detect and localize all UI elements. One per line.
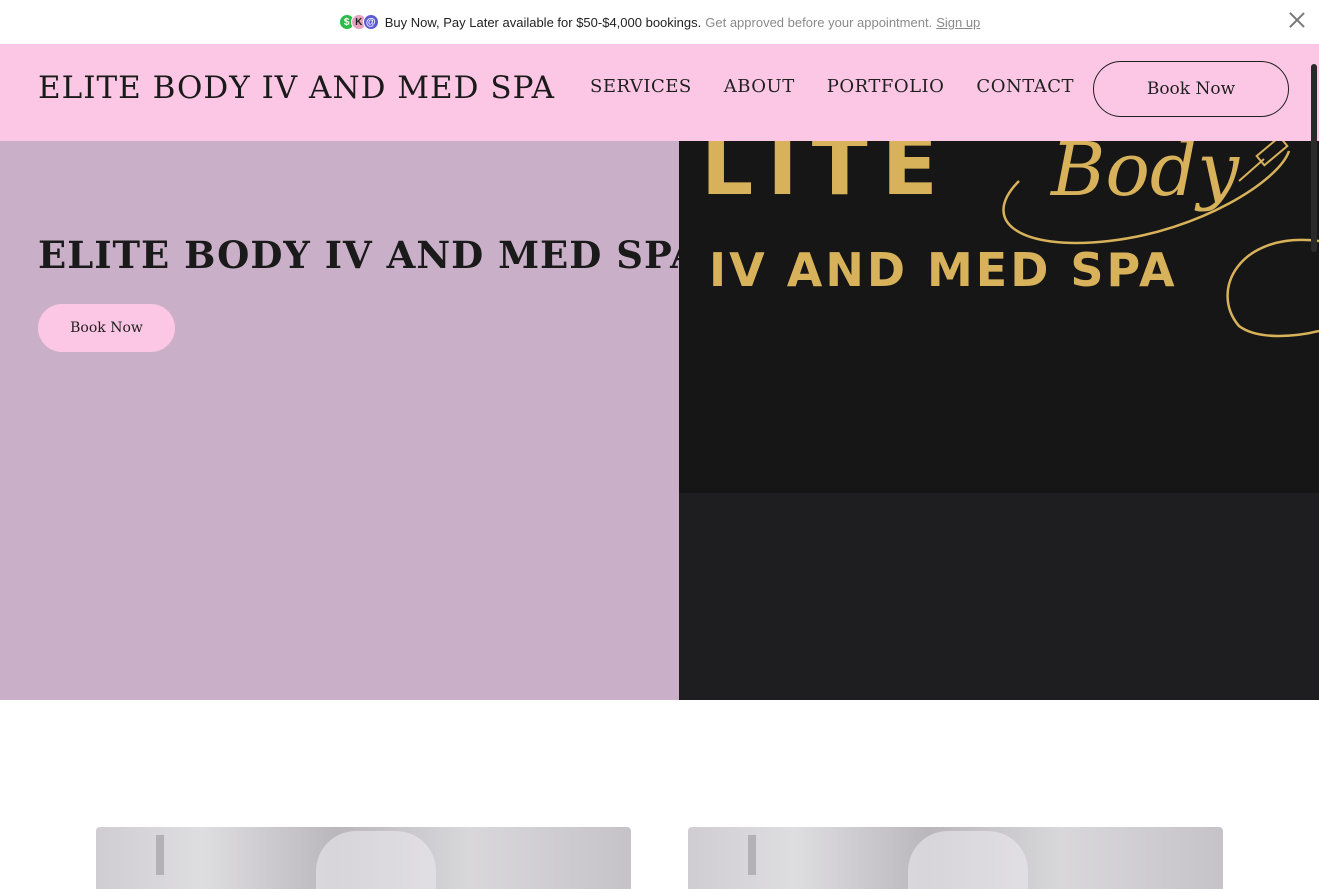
close-icon[interactable] — [1287, 10, 1307, 30]
logo-swirl-icon — [1002, 141, 1319, 338]
nav-services[interactable]: SERVICES — [590, 76, 692, 97]
hero-text-panel: ELITE BODY IV AND MED SPA Book Now — [0, 141, 699, 700]
page-scrollbar[interactable] — [1311, 64, 1317, 252]
promo-signup-link[interactable]: Sign up — [936, 15, 980, 30]
header-book-now-button[interactable]: Book Now — [1093, 61, 1289, 117]
promo-sub-text: Get approved before your appointment. — [705, 14, 933, 30]
promo-banner: $ K @ Buy Now, Pay Later available for $… — [0, 0, 1319, 44]
brand-logo[interactable]: ELITE BODY IV AND MED SPA — [38, 70, 555, 106]
site-header: ELITE BODY IV AND MED SPA SERVICES ABOUT… — [0, 44, 1319, 141]
nav-about[interactable]: ABOUT — [724, 76, 795, 97]
main-nav: SERVICES ABOUT PORTFOLIO CONTACT — [590, 76, 1074, 97]
nav-portfolio[interactable]: PORTFOLIO — [827, 76, 945, 97]
nav-contact[interactable]: CONTACT — [976, 76, 1074, 97]
payment-icons: $ K @ — [338, 14, 379, 30]
gallery-image-1[interactable] — [96, 827, 631, 889]
promo-main-text: Buy Now, Pay Later available for $50-$4,… — [384, 14, 702, 30]
hero-book-now-button[interactable]: Book Now — [38, 304, 175, 352]
afterpay-icon: @ — [362, 14, 379, 30]
hero-logo-image: LITE Body IV AND MED SPA — [679, 141, 1319, 700]
hero-title: ELITE BODY IV AND MED SPA — [38, 233, 700, 277]
gallery-image-2[interactable] — [688, 827, 1223, 889]
